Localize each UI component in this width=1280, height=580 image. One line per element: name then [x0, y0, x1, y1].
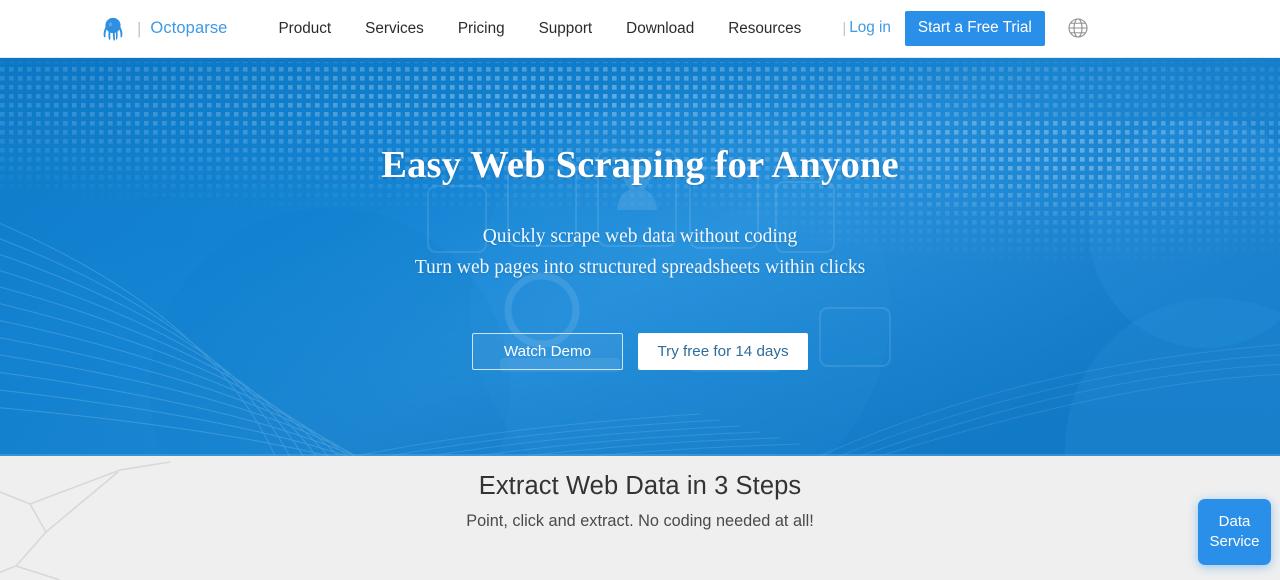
octopus-logo-icon — [100, 15, 126, 43]
hero-title: Easy Web Scraping for Anyone — [381, 144, 899, 186]
nav-link-support[interactable]: Support — [522, 0, 610, 58]
login-link[interactable]: Log in — [849, 19, 905, 37]
nav-link-download[interactable]: Download — [609, 0, 711, 58]
start-free-trial-button[interactable]: Start a Free Trial — [904, 11, 1045, 46]
steps-section: Extract Web Data in 3 Steps Point, click… — [0, 456, 1280, 580]
nav-separator: | — [842, 19, 847, 37]
landing-page: | Octoparse Product Services Pricing Sup… — [0, 0, 1280, 580]
watch-demo-button[interactable]: Watch Demo — [472, 333, 623, 371]
hero-section: Easy Web Scraping for Anyone Quickly scr… — [0, 58, 1280, 456]
data-service-widget[interactable]: Data Service — [1198, 499, 1271, 565]
nav-link-resources[interactable]: Resources — [711, 0, 818, 58]
nav-right-actions: | Log in Start a Free Trial — [842, 11, 1089, 46]
data-service-line-1: Data — [1218, 513, 1251, 530]
nav-links: Product Services Pricing Support Downloa… — [261, 0, 818, 58]
steps-section-title: Extract Web Data in 3 Steps — [478, 472, 802, 500]
nav-link-product[interactable]: Product — [261, 0, 348, 58]
top-navigation-bar: | Octoparse Product Services Pricing Sup… — [0, 0, 1280, 58]
steps-section-content: Extract Web Data in 3 Steps Point, click… — [0, 456, 1280, 531]
brand-name[interactable]: Octoparse — [150, 19, 227, 38]
nav-link-pricing[interactable]: Pricing — [441, 0, 522, 58]
steps-section-subtitle: Point, click and extract. No coding need… — [466, 511, 814, 530]
nav-link-services[interactable]: Services — [348, 0, 441, 58]
try-free-button[interactable]: Try free for 14 days — [638, 333, 808, 371]
brand[interactable]: | Octoparse — [100, 15, 227, 43]
hero-subtitle-line-1: Quickly scrape web data without coding — [482, 226, 798, 248]
hero-subtitle-line-2: Turn web pages into structured spreadshe… — [414, 256, 866, 278]
hero-cta-group: Watch Demo Try free for 14 days — [0, 333, 1280, 371]
globe-icon[interactable] — [1067, 17, 1089, 39]
brand-divider: | — [137, 19, 142, 38]
hero-content: Easy Web Scraping for Anyone Quickly scr… — [0, 58, 1280, 371]
data-service-line-2: Service — [1209, 533, 1260, 550]
hero-subtitle: Quickly scrape web data without coding T… — [0, 222, 1280, 283]
